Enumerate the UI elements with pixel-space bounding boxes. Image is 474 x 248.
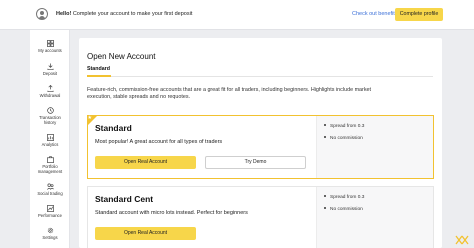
sidebar: My accounts Deposit Withdrawal Transacti… — [30, 30, 70, 248]
profile-notice: Hello! Complete your account to make you… — [56, 11, 192, 17]
tab-divider — [87, 76, 433, 77]
sidebar-item-performance[interactable]: Performance — [30, 205, 70, 218]
bullet-icon — [324, 207, 326, 209]
analytics-icon — [46, 134, 54, 141]
sidebar-item-withdrawal[interactable]: Withdrawal — [30, 85, 70, 98]
active-tab-indicator — [87, 75, 111, 77]
tab-standard[interactable]: Standard — [87, 66, 110, 72]
feature-text: Spread from 0.3 — [330, 195, 365, 200]
sidebar-item-label-line2: history — [43, 120, 57, 125]
history-icon — [46, 107, 54, 114]
user-avatar-icon[interactable] — [36, 8, 48, 20]
sidebar-item-deposit[interactable]: Deposit — [30, 63, 70, 76]
feature-text: No commission — [330, 207, 363, 212]
feature-text: Spread from 0.3 — [330, 124, 365, 129]
account-name: Standard — [95, 123, 132, 133]
sidebar-item-analytics[interactable]: Analytics — [30, 134, 70, 147]
account-features: Spread from 0.3 No commission — [316, 187, 433, 248]
brand-logo-icon — [455, 235, 469, 245]
sidebar-item-settings[interactable]: Settings — [30, 227, 70, 240]
sidebar-item-my-accounts[interactable]: My accounts — [30, 40, 70, 53]
account-info: Standard Cent Standard account with micr… — [88, 187, 316, 248]
account-description: Standard account with micro lots instead… — [95, 210, 248, 216]
feature-item: Spread from 0.3 — [324, 124, 364, 129]
sidebar-item-label-line2: management — [37, 169, 63, 174]
sidebar-item-label: My accounts — [38, 48, 62, 53]
feature-item: Spread from 0.3 — [324, 195, 364, 200]
grid-icon — [46, 40, 54, 47]
sidebar-item-transaction-history[interactable]: Transaction history — [30, 107, 70, 125]
try-demo-button[interactable]: Try Demo — [205, 156, 306, 169]
page-title: Open New Account — [87, 52, 156, 61]
social-trading-icon — [46, 183, 54, 190]
sidebar-item-social-trading[interactable]: Social trading — [30, 183, 70, 196]
settings-icon — [47, 227, 53, 234]
account-card-standard-cent[interactable]: Standard Cent Standard account with micr… — [87, 186, 434, 248]
open-account-panel: Open New Account Standard Feature-rich, … — [79, 38, 442, 248]
feature-item: No commission — [324, 136, 363, 141]
deposit-icon — [47, 63, 53, 70]
account-type-description: Feature-rich, commission-free accounts t… — [87, 87, 372, 101]
account-features: Spread from 0.3 No commission — [316, 116, 433, 178]
open-real-account-button[interactable]: Open Real Account — [95, 156, 196, 169]
account-info: Standard Most popular! A great account f… — [88, 116, 316, 178]
account-name: Standard Cent — [95, 194, 154, 204]
notice-message: Complete your account to make your first… — [72, 11, 193, 17]
performance-icon — [46, 205, 54, 212]
feature-item: No commission — [324, 207, 363, 212]
sidebar-item-label: Social trading — [37, 191, 63, 196]
account-description: Most popular! A great account for all ty… — [95, 139, 223, 145]
check-benefits-link[interactable]: Check out benefits — [352, 11, 398, 17]
complete-profile-button[interactable]: Complete profile — [395, 8, 443, 21]
account-card-standard[interactable]: ★ Standard Most popular! A great account… — [87, 115, 434, 179]
open-real-account-button[interactable]: Open Real Account — [95, 227, 196, 240]
sidebar-item-label: Performance — [38, 213, 62, 218]
sidebar-item-portfolio-management[interactable]: Portfolio management — [30, 156, 70, 174]
feature-text: No commission — [330, 136, 363, 141]
sidebar-item-label: Withdrawal — [39, 93, 61, 98]
portfolio-icon — [46, 156, 54, 163]
bullet-icon — [324, 195, 326, 197]
withdrawal-icon — [47, 85, 53, 92]
sidebar-item-label: Deposit — [42, 71, 58, 76]
sidebar-item-label: Settings — [42, 235, 58, 240]
top-banner: Hello! Complete your account to make you… — [0, 0, 474, 30]
bullet-icon — [324, 124, 326, 126]
greeting-text: Hello! — [56, 11, 72, 17]
bullet-icon — [324, 136, 326, 138]
sidebar-item-label: Analytics — [41, 142, 59, 147]
